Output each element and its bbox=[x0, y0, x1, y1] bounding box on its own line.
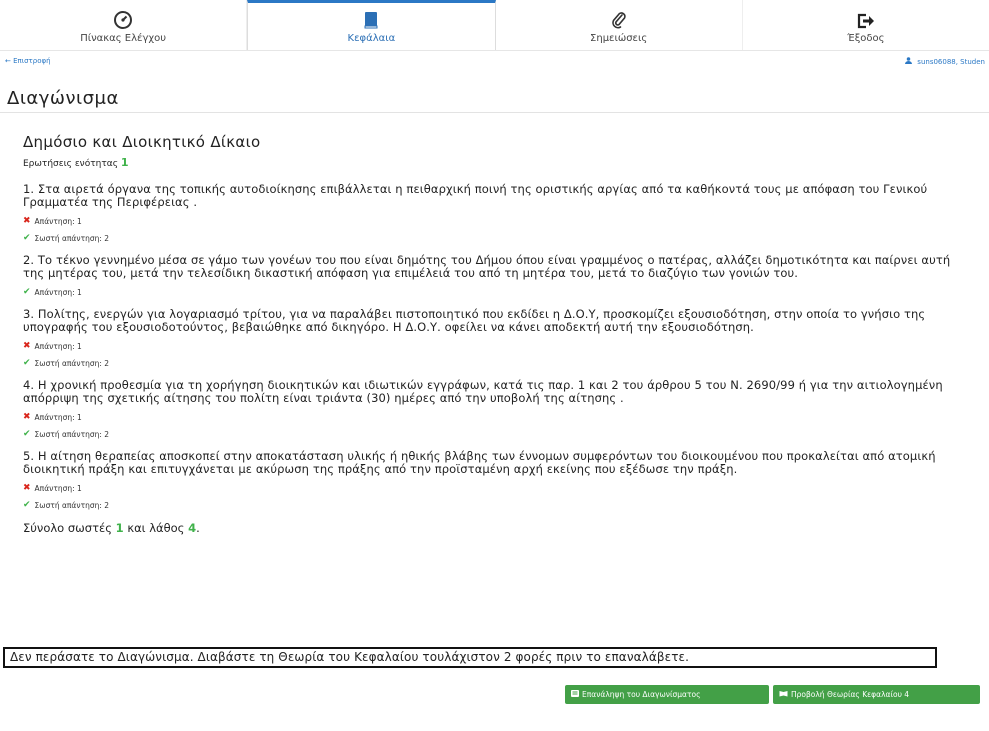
answer-text: Απάντηση: 1 bbox=[34, 216, 82, 226]
sub-bar: ← Επιστροφή suns06088, Studen bbox=[0, 56, 989, 70]
questions-count-value: 1 bbox=[120, 156, 129, 169]
list-icon bbox=[571, 690, 579, 699]
question-list: 1. Στα αιρετά όργανα της τοπικής αυτοδιο… bbox=[23, 182, 973, 511]
back-link[interactable]: ← Επιστροφή bbox=[5, 57, 51, 65]
top-nav: Πίνακας Ελέγχου Κεφάλαια Σημειώσεις Έξοδ… bbox=[0, 0, 989, 51]
user-answer-correct: ✔ Απάντηση: 1 bbox=[23, 287, 973, 297]
nav-item-chapters[interactable]: Κεφάλαια bbox=[247, 0, 496, 50]
question-item: 1. Στα αιρετά όργανα της τοπικής αυτοδιο… bbox=[23, 182, 973, 244]
cross-icon: ✖ bbox=[23, 412, 31, 422]
correct-answer: ✔ Σωστή απάντηση: 2 bbox=[23, 500, 973, 510]
answer-text: Απάντηση: 1 bbox=[34, 483, 82, 493]
section-title: Δημόσιο και Διοικητικό Δίκαιο bbox=[23, 133, 261, 151]
score-middle: και λάθος bbox=[127, 521, 185, 535]
wrong-count: 4 bbox=[188, 521, 197, 535]
nav-label-logout: Έξοδος bbox=[847, 33, 885, 44]
correct-answer-text: Σωστή απάντηση: 2 bbox=[34, 233, 110, 243]
view-theory-label: Προβολή Θεωρίας Κεφαλαίου 4 bbox=[791, 690, 910, 699]
correct-answer-text: Σωστή απάντηση: 2 bbox=[34, 358, 110, 368]
score-prefix: Σύνολο σωστές bbox=[23, 521, 112, 535]
user-answer-wrong: ✖ Απάντηση: 1 bbox=[23, 412, 973, 422]
answer-text: Απάντηση: 1 bbox=[34, 341, 82, 351]
user-answer-wrong: ✖ Απάντηση: 1 bbox=[23, 216, 973, 226]
nav-item-logout[interactable]: Έξοδος bbox=[743, 0, 989, 50]
question-text: 5. Η αίτηση θεραπείας αποσκοπεί στην απο… bbox=[23, 449, 936, 476]
cross-icon: ✖ bbox=[23, 216, 31, 226]
check-icon: ✔ bbox=[23, 233, 31, 243]
correct-answer: ✔ Σωστή απάντηση: 2 bbox=[23, 358, 973, 368]
nav-item-dashboard[interactable]: Πίνακας Ελέγχου bbox=[0, 0, 248, 50]
paperclip-icon bbox=[610, 11, 628, 29]
repeat-quiz-button[interactable]: Επανάληψη του Διαγωνίσματος bbox=[565, 685, 769, 704]
user-icon bbox=[905, 57, 914, 66]
check-icon: ✔ bbox=[23, 500, 31, 510]
repeat-quiz-label: Επανάληψη του Διαγωνίσματος bbox=[582, 690, 701, 699]
question-item: 3. Πολίτης, ενεργών για λογαριασμό τρίτο… bbox=[23, 307, 973, 369]
score-summary: Σύνολο σωστές 1 και λάθος 4. bbox=[23, 521, 973, 535]
question-text: 3. Πολίτης, ενεργών για λογαριασμό τρίτο… bbox=[23, 307, 926, 334]
questions-count: Ερωτήσεις ενότητας 1 bbox=[23, 156, 973, 169]
correct-answer: ✔ Σωστή απάντηση: 2 bbox=[23, 429, 973, 439]
question-item: 5. Η αίτηση θεραπείας αποσκοπεί στην απο… bbox=[23, 449, 973, 511]
check-icon: ✔ bbox=[23, 358, 31, 368]
dashboard-icon bbox=[114, 11, 133, 29]
user-answer-wrong: ✖ Απάντηση: 1 bbox=[23, 341, 973, 351]
nav-label-dashboard: Πίνακας Ελέγχου bbox=[80, 33, 167, 44]
sign-out-icon bbox=[857, 11, 875, 29]
question-item: 4. Η χρονική προθεσμία για τη χορήγηση δ… bbox=[23, 378, 973, 440]
nav-label-notes: Σημειώσεις bbox=[590, 33, 648, 44]
cross-icon: ✖ bbox=[23, 341, 31, 351]
questions-count-label: Ερωτήσεις ενότητας bbox=[23, 159, 118, 169]
answer-text: Απάντηση: 1 bbox=[34, 287, 82, 297]
correct-answer-text: Σωστή απάντηση: 2 bbox=[34, 500, 110, 510]
nav-item-notes[interactable]: Σημειώσεις bbox=[496, 0, 743, 50]
title-divider bbox=[0, 112, 989, 113]
answer-text: Απάντηση: 1 bbox=[34, 412, 82, 422]
correct-answer-text: Σωστή απάντηση: 2 bbox=[34, 429, 110, 439]
correct-count: 1 bbox=[115, 521, 124, 535]
correct-answer: ✔ Σωστή απάντηση: 2 bbox=[23, 233, 973, 243]
user-name: suns06088, Studen bbox=[917, 58, 985, 66]
check-icon: ✔ bbox=[23, 429, 31, 439]
score-suffix: . bbox=[196, 521, 200, 535]
question-item: 2. Το τέκνο γεννημένο μέσα σε γάμο των γ… bbox=[23, 253, 973, 298]
question-text: 2. Το τέκνο γεννημένο μέσα σε γάμο των γ… bbox=[23, 253, 951, 280]
check-icon: ✔ bbox=[23, 287, 31, 297]
quiz-results: Δημόσιο και Διοικητικό Δίκαιο Ερωτήσεις … bbox=[23, 133, 973, 535]
view-theory-button[interactable]: Προβολή Θεωρίας Κεφαλαίου 4 bbox=[773, 685, 980, 704]
question-text: 4. Η χρονική προθεσμία για τη χορήγηση δ… bbox=[23, 378, 943, 405]
book-open-icon bbox=[779, 690, 788, 699]
cross-icon: ✖ bbox=[23, 483, 31, 493]
question-text: 1. Στα αιρετά όργανα της τοπικής αυτοδιο… bbox=[23, 182, 928, 209]
user-answer-wrong: ✖ Απάντηση: 1 bbox=[23, 483, 973, 493]
nav-label-chapters: Κεφάλαια bbox=[347, 33, 396, 44]
book-icon bbox=[363, 11, 379, 29]
fail-message: Δεν περάσατε το Διαγώνισμα. Διαβάστε τη … bbox=[3, 647, 937, 668]
user-info[interactable]: suns06088, Studen bbox=[905, 57, 985, 66]
page-title: Διαγώνισμα bbox=[7, 88, 119, 109]
